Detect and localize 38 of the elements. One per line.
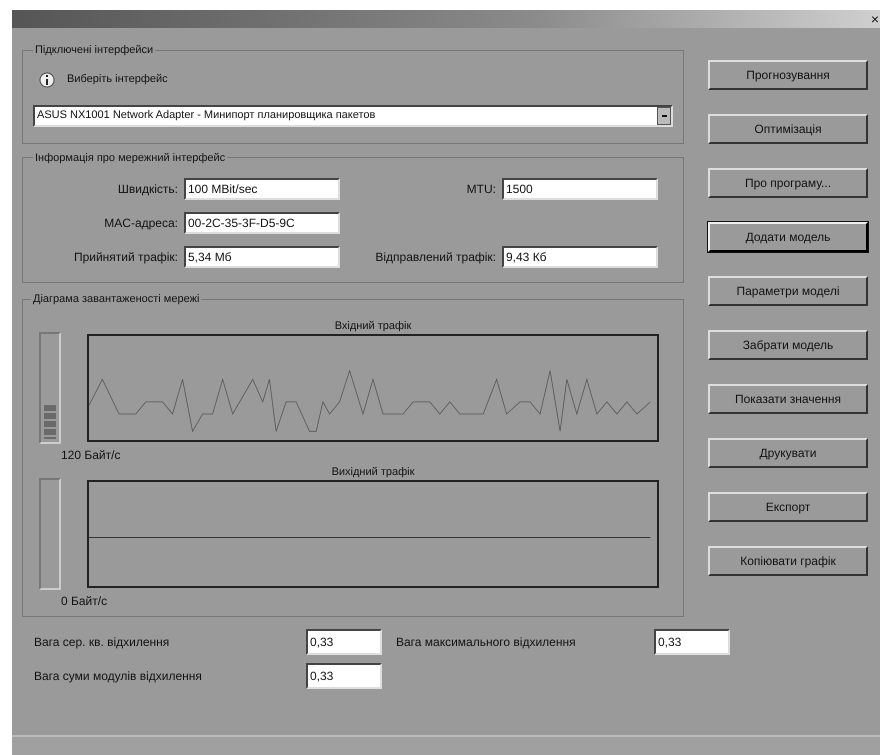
action-button[interactable]: Оптимізація	[708, 114, 868, 144]
action-button[interactable]: Друкувати	[708, 438, 868, 468]
info-field[interactable]: 9,43 Кб	[502, 246, 658, 268]
group-title: Інформація про мережний інтерфейс	[34, 150, 226, 166]
field-label: MTU:	[466, 181, 496, 198]
action-button[interactable]: Забрати модель	[708, 330, 868, 360]
weight-label: Вага суми модулів відхилення	[34, 668, 203, 684]
action-button[interactable]: Додати модель	[708, 222, 868, 252]
field-label: Відправлений трафік:	[374, 249, 496, 266]
info-field[interactable]: 1500	[502, 178, 658, 200]
info-field[interactable]: 00-2C-35-3F-D5-9C	[184, 212, 340, 234]
hint-label: Виберіть інтерфейс	[67, 72, 168, 88]
weight-label: Вага сер. кв. відхилення	[34, 634, 170, 650]
action-button[interactable]: Параметри моделі	[708, 276, 868, 306]
field-label: MAC-адреса:	[103, 215, 178, 232]
adapter-dropdown[interactable]: ASUS NX1001 Network Adapter - Минипорт планировщика пакетов	[33, 104, 673, 126]
scale-label: 0 Байт/с	[61, 592, 108, 610]
weight-field[interactable]: 0,33	[306, 662, 382, 688]
action-button[interactable]: Експорт	[708, 492, 868, 522]
graph-title: Вихідний трафік	[332, 464, 414, 480]
info-field[interactable]: 100 MBit/sec	[184, 178, 340, 200]
action-button[interactable]: Показати значення	[708, 384, 868, 414]
group-title: Підключені інтерфейси	[34, 43, 154, 58]
info-field[interactable]: 5,34 Мб	[184, 246, 340, 268]
weight-label: Вага максимального відхилення	[395, 634, 577, 650]
close-button[interactable]: ×	[870, 12, 880, 26]
graph-title: Вхідний трафік	[334, 318, 412, 334]
field-label: Швидкість:	[116, 181, 178, 198]
scale-label: 120 Байт/с	[61, 446, 122, 464]
info-icon	[39, 72, 55, 88]
dropdown-value: ASUS NX1001 Network Adapter - Минипорт планировщика пакетов	[36, 108, 376, 124]
weight-field[interactable]: 0,33	[654, 628, 730, 654]
action-button[interactable]: Про програму...	[708, 168, 868, 198]
weight-field[interactable]: 0,33	[306, 628, 382, 654]
field-label: Прийнятий трафік:	[72, 249, 178, 266]
action-button[interactable]: Копіювати графік	[708, 546, 868, 576]
action-button[interactable]: Прогнозування	[708, 60, 868, 90]
group-title: Діаграма завантаженості мережі	[32, 292, 200, 307]
